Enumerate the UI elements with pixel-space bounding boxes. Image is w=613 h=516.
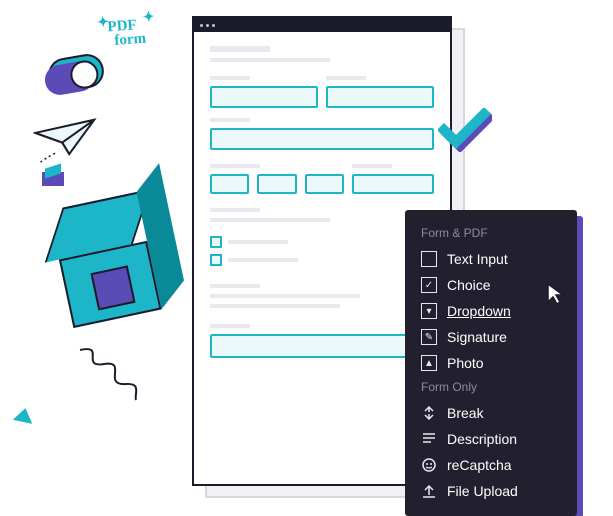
cursor-icon xyxy=(546,282,566,311)
decorative-chip xyxy=(42,172,64,186)
menu-item-file-upload[interactable]: File Upload xyxy=(405,478,577,504)
menu-item-label: Dropdown xyxy=(447,303,511,319)
menu-section-title: Form & PDF xyxy=(405,222,577,246)
menu-item-recaptcha[interactable]: reCaptcha xyxy=(405,452,577,478)
menu-section-title: Form Only xyxy=(405,376,577,400)
window-dot xyxy=(212,24,215,27)
text-input-field[interactable] xyxy=(210,334,434,358)
choice-icon: ✓ xyxy=(421,277,437,293)
menu-item-description[interactable]: Description xyxy=(405,426,577,452)
text-input-field[interactable] xyxy=(210,128,434,150)
menu-item-label: Text Input xyxy=(447,251,508,267)
text-input-field[interactable] xyxy=(210,86,318,108)
cube-illustration xyxy=(49,192,162,328)
badge-line2: form xyxy=(108,30,147,49)
menu-item-label: Signature xyxy=(447,329,507,345)
menu-item-label: reCaptcha xyxy=(447,457,512,473)
menu-item-label: Description xyxy=(447,431,517,447)
small-field[interactable] xyxy=(257,174,296,194)
paper-plane-icon xyxy=(32,115,106,165)
menu-item-text-input[interactable]: Text Input xyxy=(405,246,577,272)
file-upload-icon xyxy=(421,483,437,499)
small-field[interactable] xyxy=(305,174,344,194)
field-type-menu: Form & PDF Text Input ✓ Choice ▾ Dropdow… xyxy=(405,210,577,516)
photo-icon: ▲ xyxy=(421,355,437,371)
text-input-field[interactable] xyxy=(326,86,434,108)
break-icon xyxy=(421,405,437,421)
pdf-form-badge: ✦ PDF form ✦ xyxy=(107,19,146,49)
toggle-illustration xyxy=(45,51,106,94)
menu-item-label: File Upload xyxy=(447,483,518,499)
menu-item-break[interactable]: Break xyxy=(405,400,577,426)
menu-item-signature[interactable]: ✎ Signature xyxy=(405,324,577,350)
window-dot xyxy=(206,24,209,27)
dropdown-icon: ▾ xyxy=(421,303,437,319)
menu-item-label: Break xyxy=(447,405,484,421)
menu-item-label: Choice xyxy=(447,277,491,293)
squiggle-icon xyxy=(76,344,146,409)
checkmark-illustration xyxy=(438,108,492,157)
menu-item-label: Photo xyxy=(447,355,484,371)
signature-icon: ✎ xyxy=(421,329,437,345)
window-titlebar xyxy=(194,18,450,32)
small-field[interactable] xyxy=(210,174,249,194)
recaptcha-icon xyxy=(421,457,437,473)
text-input-icon xyxy=(421,251,437,267)
dropdown-field[interactable] xyxy=(352,174,434,194)
choice-option[interactable] xyxy=(210,254,222,266)
choice-option[interactable] xyxy=(210,236,222,248)
window-dot xyxy=(200,24,203,27)
description-icon xyxy=(421,431,437,447)
menu-item-photo[interactable]: ▲ Photo xyxy=(405,350,577,376)
triangle-icon xyxy=(13,406,35,424)
